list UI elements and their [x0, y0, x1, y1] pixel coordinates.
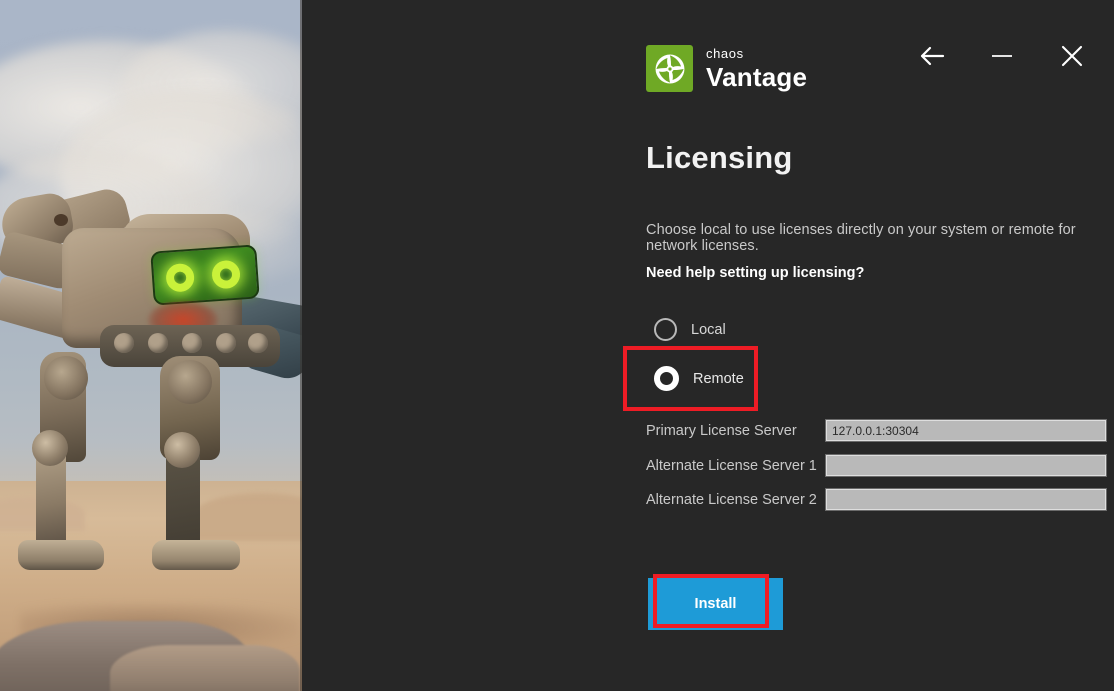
field-label-alternate-2: Alternate License Server 2 [646, 492, 826, 508]
mech-face-screen [150, 244, 260, 305]
mech-hip-joint [44, 356, 88, 400]
radio-option-local[interactable]: Local [654, 318, 726, 341]
radio-option-remote[interactable]: Remote [654, 366, 744, 391]
mech-bolt [216, 333, 236, 353]
chaos-logo-mark [646, 45, 693, 92]
chaos-pinwheel-icon [653, 52, 687, 86]
field-label-alternate-1: Alternate License Server 1 [646, 458, 826, 474]
mech-hip-joint [168, 360, 212, 404]
hero-image [0, 0, 302, 691]
arrow-left-icon [919, 46, 945, 66]
rock-foreground-2 [110, 645, 300, 691]
mech-robot [0, 0, 302, 691]
mech-head-lens [54, 214, 68, 226]
help-link[interactable]: Need help setting up licensing? [646, 265, 864, 281]
mech-bolt [248, 333, 268, 353]
close-button[interactable] [1056, 40, 1088, 72]
primary-license-server-input[interactable]: 127.0.0.1:30304 [826, 420, 1106, 441]
mech-bolt [148, 333, 168, 353]
mech-bolt [182, 333, 202, 353]
mech-eye-right [211, 260, 241, 290]
page-title: Licensing [646, 140, 793, 176]
radio-circle-selected-icon [654, 366, 679, 391]
brand-company: chaos [706, 47, 807, 60]
page-description: Choose local to use licenses directly on… [646, 222, 1114, 254]
field-label-primary: Primary License Server [646, 423, 826, 439]
close-x-icon [1060, 44, 1084, 68]
alternate-license-server-1-input[interactable] [826, 455, 1106, 476]
installer-window: chaos Vantage Licensing Choose local to … [0, 0, 1114, 691]
field-alternate-license-server-2: Alternate License Server 2 [646, 489, 1114, 510]
mech-bolt [114, 333, 134, 353]
mech-eye-left [165, 263, 195, 293]
installer-panel: chaos Vantage Licensing Choose local to … [302, 0, 1114, 691]
minus-icon [990, 46, 1014, 66]
brand-logo: chaos Vantage [646, 45, 807, 92]
radio-label-remote: Remote [693, 371, 744, 387]
mech-knee-joint [164, 432, 200, 468]
minimize-button[interactable] [986, 40, 1018, 72]
mech-foot-left [18, 540, 104, 570]
field-alternate-license-server-1: Alternate License Server 1 [646, 455, 1114, 476]
install-button[interactable]: Install [648, 578, 783, 630]
back-button[interactable] [916, 40, 948, 72]
field-primary-license-server: Primary License Server 127.0.0.1:30304 [646, 420, 1114, 441]
mech-foot-right [152, 540, 240, 570]
brand-product: Vantage [706, 64, 807, 90]
brand-wordmark: chaos Vantage [706, 47, 807, 90]
mech-knee-joint [32, 430, 68, 466]
window-controls [916, 40, 1088, 72]
radio-label-local: Local [691, 322, 726, 338]
radio-circle-icon [654, 318, 677, 341]
alternate-license-server-2-input[interactable] [826, 489, 1106, 510]
